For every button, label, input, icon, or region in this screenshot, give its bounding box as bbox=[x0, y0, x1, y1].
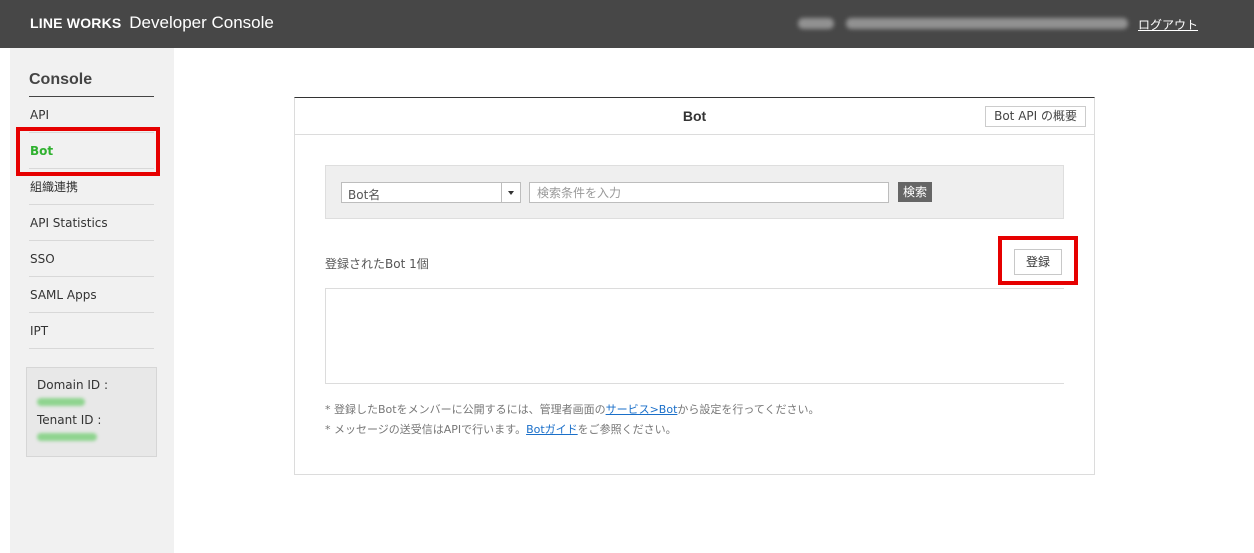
register-bot-button[interactable]: 登録 bbox=[1014, 249, 1062, 275]
search-button[interactable]: 検索 bbox=[898, 182, 932, 202]
bot-guide-link[interactable]: Botガイド bbox=[526, 423, 578, 436]
note-api-suffix: をご参照ください。 bbox=[577, 423, 677, 436]
note-api-text: * メッセージの送受信はAPIで行います。 bbox=[325, 423, 527, 436]
tenant-id-value-redacted bbox=[37, 433, 97, 441]
note-publish-text: * 登録したBotをメンバーに公開するには、管理者画面の bbox=[325, 403, 606, 416]
sidebar-title: Console bbox=[29, 71, 93, 88]
sidebar-item-sso[interactable]: SSO bbox=[29, 241, 154, 277]
sidebar: Console API Bot 組織連携 API Statistics SSO … bbox=[10, 48, 174, 553]
service-bot-link[interactable]: サービス>Bot bbox=[606, 403, 678, 416]
sidebar-item-bot[interactable]: Bot bbox=[29, 133, 154, 169]
search-input[interactable] bbox=[529, 182, 889, 203]
brand-logo[interactable]: LINE WORKS Developer Console bbox=[30, 13, 274, 33]
sidebar-item-api-statistics[interactable]: API Statistics bbox=[29, 205, 154, 241]
domain-id-value-redacted bbox=[37, 398, 85, 406]
domain-id-label: Domain ID : bbox=[37, 378, 109, 392]
chevron-down-icon[interactable] bbox=[501, 183, 520, 202]
domain-info-box: Domain ID : Tenant ID : bbox=[26, 367, 157, 457]
search-field-select-value: Bot名 bbox=[348, 188, 381, 202]
bot-panel: Bot Bot API の概要 Bot名 検索 登録されたBot 1個 登録 *… bbox=[294, 97, 1095, 475]
brand-product-name: Developer Console bbox=[129, 13, 274, 32]
note-publish: * 登録したBotをメンバーに公開するには、管理者画面のサービス>Botから設定… bbox=[325, 401, 820, 417]
page-title: Bot bbox=[682, 108, 707, 124]
panel-header: Bot Bot API の概要 bbox=[295, 98, 1094, 135]
note-publish-suffix: から設定を行ってください。 bbox=[677, 403, 820, 416]
sidebar-item-ipt[interactable]: IPT bbox=[29, 313, 154, 349]
sidebar-item-org-link[interactable]: 組織連携 bbox=[29, 169, 154, 205]
tenant-id-label: Tenant ID : bbox=[37, 413, 102, 427]
sidebar-item-api[interactable]: API bbox=[29, 97, 154, 133]
search-area: Bot名 検索 bbox=[325, 165, 1064, 219]
search-field-select[interactable]: Bot名 bbox=[341, 182, 521, 203]
sidebar-item-saml-apps[interactable]: SAML Apps bbox=[29, 277, 154, 313]
top-header: LINE WORKS Developer Console ログアウト bbox=[0, 0, 1254, 48]
bot-api-overview-button[interactable]: Bot API の概要 bbox=[985, 106, 1086, 127]
brand-mark: LINE WORKS bbox=[30, 15, 122, 31]
logout-link[interactable]: ログアウト bbox=[1138, 16, 1198, 33]
bot-list bbox=[325, 288, 1064, 384]
note-api: * メッセージの送受信はAPIで行います。Botガイドをご参照ください。 bbox=[325, 421, 677, 437]
bot-count-text: 登録されたBot 1個 bbox=[325, 257, 429, 271]
